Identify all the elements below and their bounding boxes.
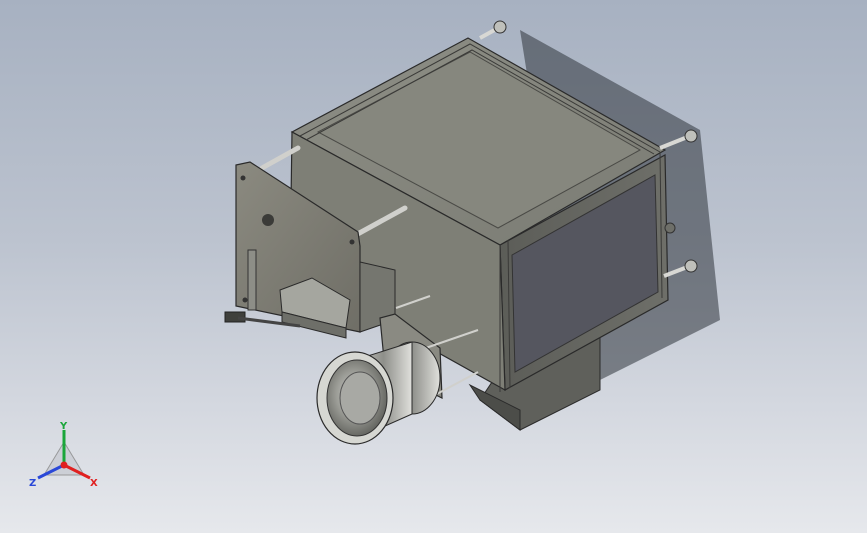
- lens-glass: [339, 371, 381, 425]
- cad-model[interactable]: [0, 0, 867, 533]
- z-axis-label: Z: [29, 478, 36, 489]
- knob-icon: [493, 20, 507, 34]
- cad-viewport[interactable]: Y X Z: [0, 0, 867, 533]
- x-axis-label: X: [90, 478, 98, 489]
- axis-triad: Y X Z: [24, 420, 104, 490]
- lens-barrel[interactable]: [316, 341, 441, 445]
- plate-hole: [262, 214, 274, 226]
- y-axis-label: Y: [59, 421, 68, 432]
